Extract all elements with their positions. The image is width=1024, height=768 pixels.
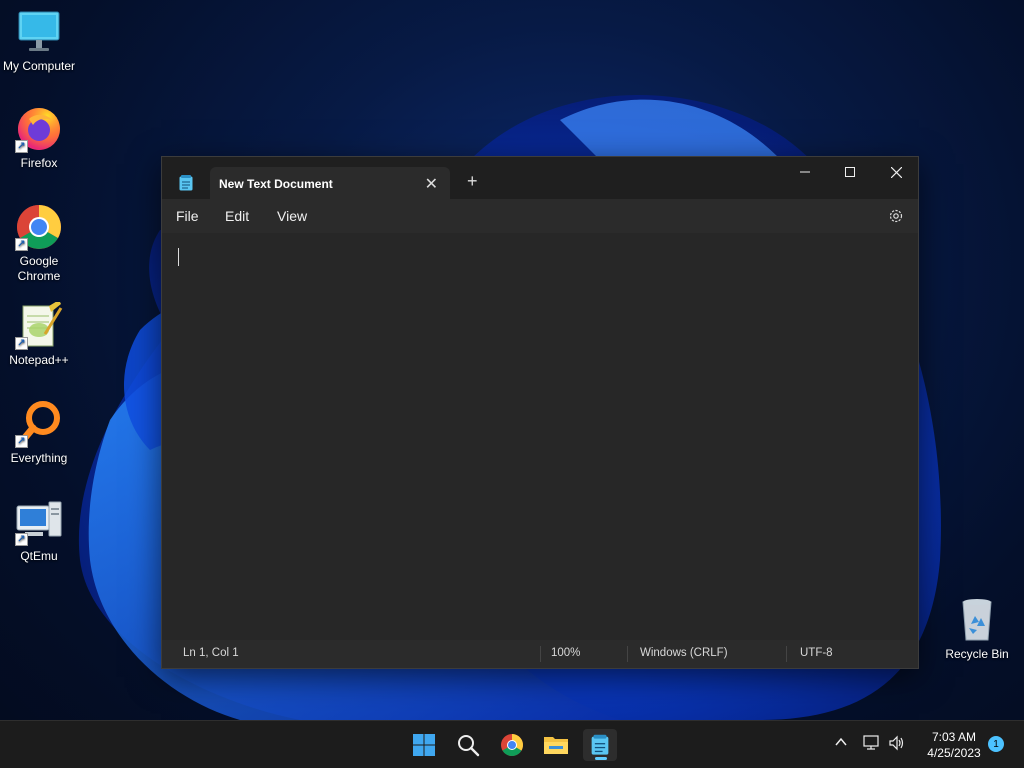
title-bar[interactable]: New Text Document ✕ + bbox=[162, 157, 918, 199]
desktop-icon-qtemu[interactable]: ↗ QtEmu bbox=[0, 498, 78, 564]
shortcut-arrow-icon: ↗ bbox=[15, 337, 28, 350]
search-icon[interactable] bbox=[451, 729, 485, 761]
zoom-level[interactable]: 100% bbox=[551, 647, 580, 659]
desktop-icon-label: Everything bbox=[10, 451, 68, 465]
close-window-button[interactable] bbox=[873, 157, 919, 187]
desktop-icon-notepadpp[interactable]: ↗ Notepad++ bbox=[0, 300, 78, 368]
notepadpp-icon: ↗ bbox=[15, 300, 63, 350]
shortcut-arrow-icon: ↗ bbox=[15, 435, 28, 448]
text-caret bbox=[178, 248, 179, 266]
start-icon[interactable] bbox=[407, 729, 441, 761]
clock-date: 4/25/2023 bbox=[927, 746, 981, 760]
shortcut-arrow-icon: ↗ bbox=[15, 238, 28, 251]
desktop-icon-label: Notepad++ bbox=[9, 353, 69, 367]
cursor-position: Ln 1, Col 1 bbox=[183, 647, 239, 659]
desktop-icon-recycle-bin[interactable]: Recycle Bin bbox=[938, 596, 1016, 662]
system-clock[interactable]: 7:03 AM 4/25/2023 bbox=[914, 729, 994, 761]
encoding[interactable]: UTF-8 bbox=[800, 647, 833, 659]
firefox-icon: ↗ bbox=[15, 105, 63, 153]
menu-file[interactable]: File bbox=[176, 208, 199, 224]
notepad-window: New Text Document ✕ + File Edit View Ln … bbox=[161, 156, 919, 669]
menu-bar: File Edit View bbox=[162, 199, 918, 233]
tab-title: New Text Document bbox=[219, 177, 333, 191]
notepad-app-icon bbox=[179, 175, 193, 191]
status-divider bbox=[540, 646, 541, 662]
gear-icon[interactable] bbox=[888, 208, 904, 224]
desktop-icon-google-chrome[interactable]: ↗ Google Chrome bbox=[0, 203, 78, 284]
new-tab-icon[interactable]: + bbox=[467, 171, 478, 192]
recycle-bin-icon bbox=[953, 596, 1001, 644]
taskbar: 7:03 AM 4/25/2023 bbox=[0, 720, 1024, 768]
chevron-up-icon[interactable] bbox=[834, 735, 848, 749]
desktop-icon-everything[interactable]: ↗ Everything bbox=[0, 400, 78, 466]
desktop-icon-firefox[interactable]: ↗ Firefox bbox=[0, 105, 78, 171]
desktop-icon-label: Google Chrome bbox=[17, 254, 61, 283]
shortcut-arrow-icon: ↗ bbox=[15, 140, 28, 153]
network-icon[interactable] bbox=[863, 735, 881, 751]
desktop-icon-label: QtEmu bbox=[20, 549, 58, 563]
active-app-indicator bbox=[595, 757, 607, 760]
clock-time: 7:03 AM bbox=[931, 730, 977, 744]
chrome-icon: ↗ bbox=[15, 203, 63, 251]
desktop-icon-label: Firefox bbox=[20, 156, 58, 170]
menu-view[interactable]: View bbox=[277, 208, 307, 224]
close-tab-icon[interactable]: ✕ bbox=[425, 174, 438, 194]
status-divider bbox=[786, 646, 787, 662]
desktop-icon-label: Recycle Bin bbox=[945, 647, 1009, 661]
volume-icon[interactable] bbox=[888, 735, 906, 751]
magnifier-icon: ↗ bbox=[15, 400, 63, 448]
desktop-icon-my-computer[interactable]: My Computer bbox=[0, 8, 78, 74]
line-ending[interactable]: Windows (CRLF) bbox=[640, 647, 728, 659]
status-divider bbox=[627, 646, 628, 662]
monitor-icon bbox=[15, 8, 63, 56]
maximize-button[interactable] bbox=[827, 157, 873, 187]
chrome-icon[interactable] bbox=[495, 729, 529, 761]
minimize-button[interactable] bbox=[782, 157, 828, 187]
text-editor[interactable] bbox=[162, 233, 918, 642]
status-bar: Ln 1, Col 1 100% Windows (CRLF) UTF-8 bbox=[162, 640, 918, 668]
document-tab[interactable]: New Text Document ✕ bbox=[210, 167, 450, 199]
computer-tower-icon: ↗ bbox=[15, 498, 63, 546]
shortcut-arrow-icon: ↗ bbox=[15, 533, 28, 546]
notification-badge[interactable]: 1 bbox=[988, 736, 1004, 752]
desktop-icon-label: My Computer bbox=[2, 59, 76, 73]
notepad-icon[interactable] bbox=[583, 729, 617, 761]
menu-edit[interactable]: Edit bbox=[225, 208, 249, 224]
file-explorer-icon[interactable] bbox=[539, 729, 573, 761]
